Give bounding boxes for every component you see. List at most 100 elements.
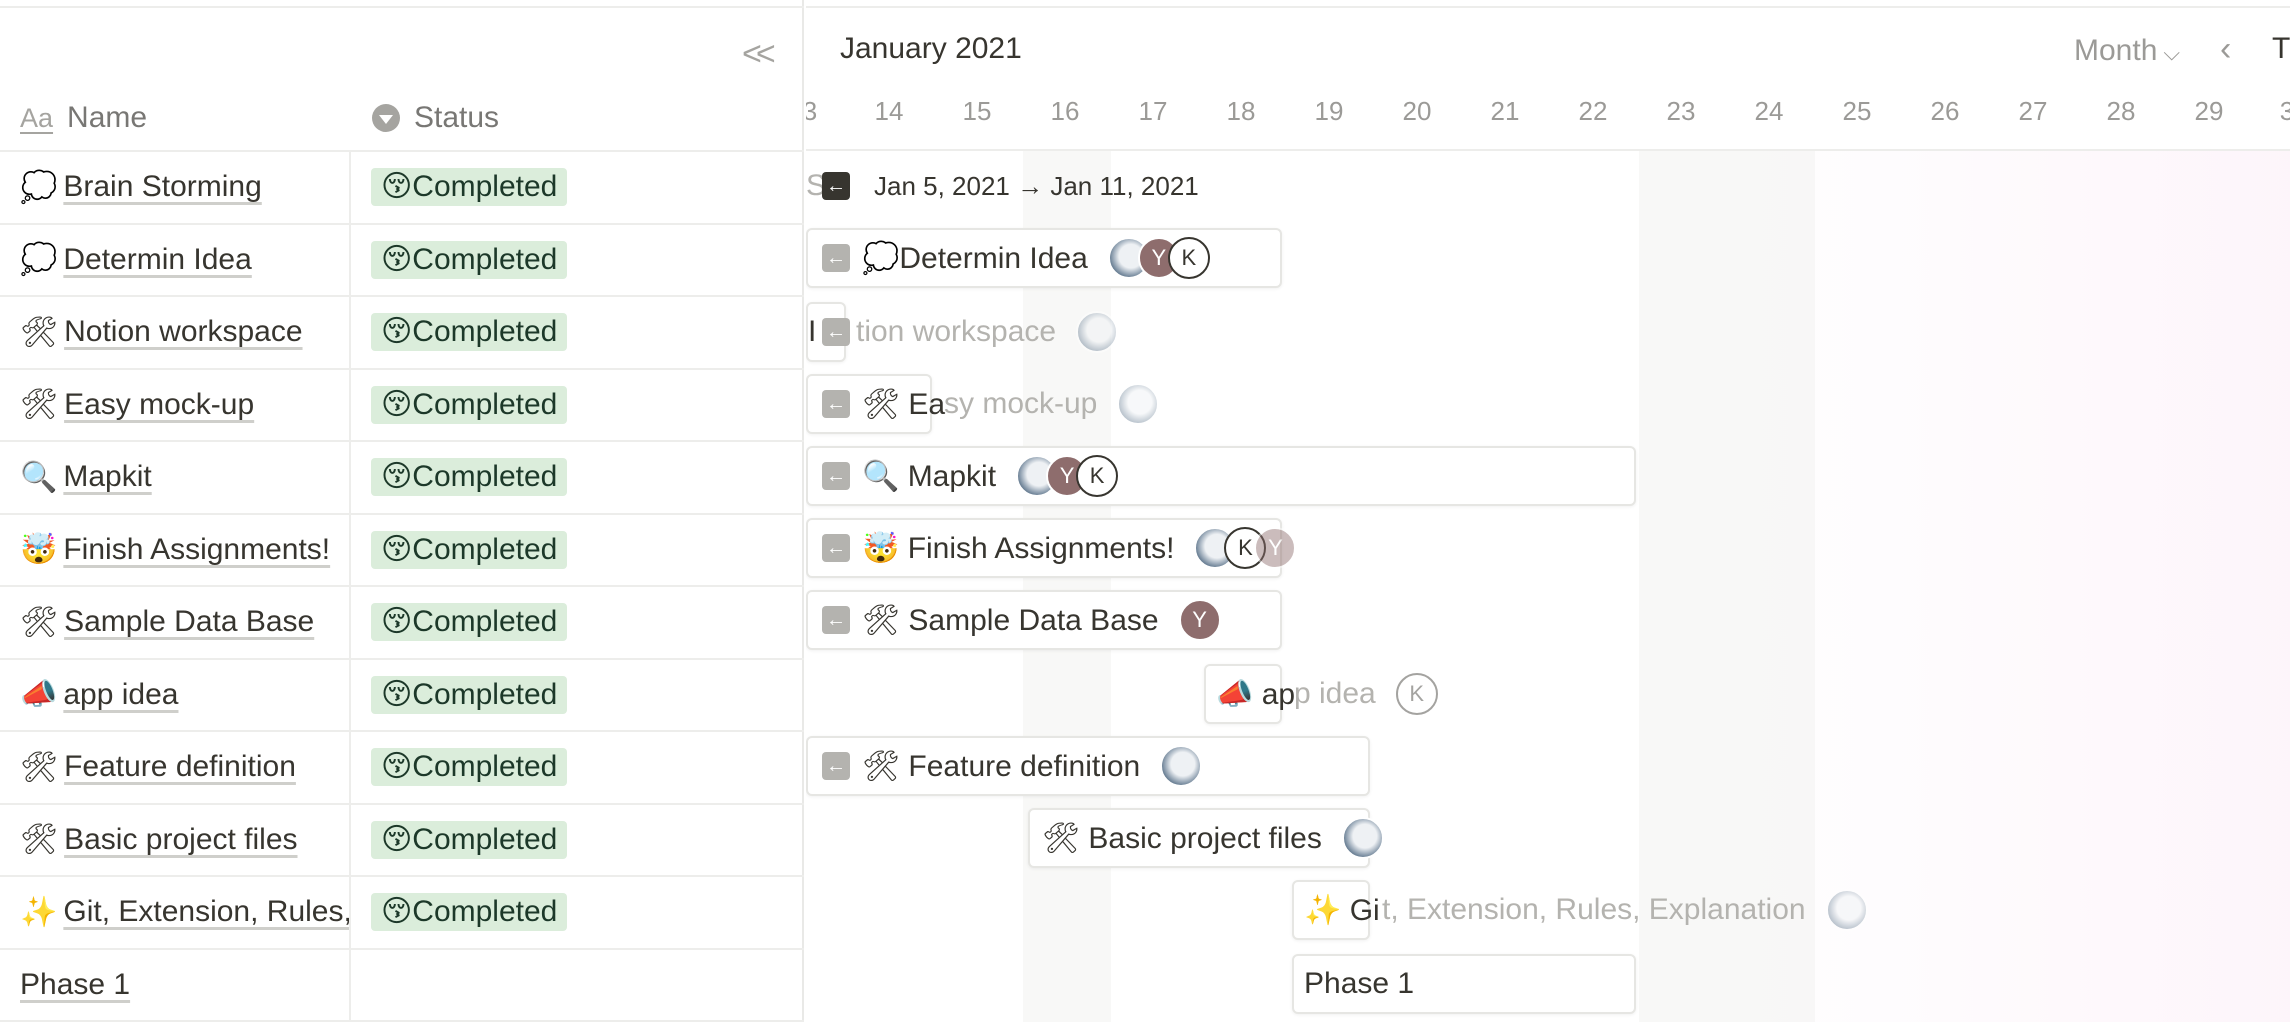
view-mode-dropdown[interactable]: Month ⌵	[2074, 34, 2180, 68]
timeline-bar-title: p idea	[1294, 677, 1376, 710]
select-property-icon	[372, 104, 400, 132]
name-cell[interactable]: ✨Git, Extension, Rules, Explanation	[0, 877, 351, 948]
chevron-left-icon[interactable]: ‹	[2220, 30, 2231, 69]
timeline-bar-title: 🛠 Sample Data Base	[862, 603, 1159, 637]
status-cell[interactable]: 😚Completed	[351, 297, 804, 368]
status-cell[interactable]: 😚Completed	[351, 442, 804, 513]
name-cell[interactable]: 🛠 Feature definition	[0, 732, 351, 803]
timeline-bar-label[interactable]: 🛠 Basic project files	[1042, 808, 1384, 868]
arrow-left-icon[interactable]: ←	[822, 462, 850, 490]
day-label: 22	[1578, 96, 1608, 126]
table-row[interactable]: 🛠 Feature definition 😚Completed	[0, 732, 804, 805]
today-button[interactable]: T	[2272, 32, 2290, 66]
status-cell[interactable]: 😚Completed	[351, 660, 804, 731]
arrow-left-icon[interactable]: ←	[822, 318, 850, 346]
timeline-bar-prefix: I	[808, 315, 817, 348]
name-cell[interactable]: Phase 1	[0, 949, 351, 1020]
status-tag: 😚Completed	[371, 675, 568, 714]
name-cell[interactable]: 🛠 Basic project files	[0, 804, 351, 875]
assignee-avatars: Y K	[1016, 455, 1119, 497]
arrow-left-icon[interactable]: ←	[822, 534, 850, 562]
table-row[interactable]: 💭 Determin Idea 😚Completed	[0, 224, 804, 297]
timeline-bar-title: tion workspace	[856, 315, 1057, 348]
timeline-bar-label[interactable]: tion workspace	[856, 302, 1119, 362]
timeline-bar-label[interactable]: 🛠 Ea	[862, 374, 945, 434]
top-divider	[0, 6, 804, 8]
arrow-left-icon[interactable]: ←	[822, 752, 850, 780]
table-row[interactable]: 🛠 Notion workspace 😚Completed	[0, 297, 804, 370]
row-title[interactable]: Notion workspace	[64, 315, 302, 349]
timeline-bar-label[interactable]: 🔍 Mapkit Y K	[862, 446, 1119, 506]
table-panel: << Aa Name Status 💭 Brain Storming 😚Comple…	[0, 0, 804, 1022]
row-title[interactable]: Finish Assignments!	[63, 533, 330, 567]
timeline-bar-title: 💭Determin Idea	[862, 241, 1088, 275]
row-title[interactable]: Brain Storming	[63, 170, 261, 204]
row-title[interactable]: Git, Extension, Rules, Explanation	[63, 895, 349, 929]
table-row[interactable]: Phase 1	[0, 949, 804, 1022]
table-row[interactable]: 🛠 Easy mock-up 😚Completed	[0, 369, 804, 442]
table-row[interactable]: ✨Git, Extension, Rules, Explanation 😚Comp…	[0, 877, 804, 950]
collapse-table-button[interactable]: <<	[742, 34, 776, 74]
row-emoji-icon: 📣	[20, 678, 58, 712]
timeline-bar-label[interactable]: Phase 1	[1304, 954, 1414, 1014]
table-row[interactable]: 🤯 Finish Assignments! 😚Completed	[0, 514, 804, 587]
row-title[interactable]: Easy mock-up	[64, 388, 254, 422]
table-row[interactable]: 🛠 Basic project files 😚Completed	[0, 804, 804, 877]
row-title[interactable]: Phase 1	[20, 968, 130, 1002]
row-emoji-icon: 🤯	[20, 533, 58, 567]
view-mode-label: Month	[2074, 34, 2158, 67]
status-cell[interactable]: 😚Completed	[351, 805, 804, 876]
timeline-bar-label[interactable]: sy mock-up	[944, 374, 1160, 434]
assignee-avatars	[1076, 311, 1119, 353]
name-cell[interactable]: 🛠 Notion workspace	[0, 297, 351, 368]
table-row[interactable]: 🛠 Sample Data Base 😚Completed	[0, 587, 804, 660]
name-cell[interactable]: 💭 Determin Idea	[0, 224, 351, 295]
avatar: K	[1167, 237, 1210, 279]
name-cell[interactable]: 🛠 Sample Data Base	[0, 587, 351, 658]
status-cell[interactable]	[351, 950, 804, 1021]
timeline-bar-label[interactable]: 💭Determin Idea Y K	[862, 228, 1210, 288]
timeline-bar-label[interactable]: 🤯 Finish Assignments! K Y	[862, 518, 1297, 578]
timeline-bar-label[interactable]: t, Extension, Rules, Explanation	[1382, 880, 1868, 940]
status-cell[interactable]: 😚Completed	[351, 515, 804, 586]
row-title[interactable]: Mapkit	[63, 460, 151, 494]
chevron-down-icon: ⌵	[2163, 40, 2181, 65]
day-label: 24	[1754, 96, 1784, 126]
arrow-left-icon[interactable]: ←	[822, 244, 850, 272]
timeline-bar-label[interactable]: 🛠 Sample Data Base Y	[862, 590, 1221, 650]
timeline-bar-label[interactable]: ✨ Gi	[1304, 880, 1380, 940]
timeline-bar-label[interactable]: 🛠 Feature definition	[862, 736, 1203, 796]
timeline-bar-title: sy mock-up	[944, 387, 1098, 420]
status-cell[interactable]: 😚Completed	[351, 370, 804, 441]
arrow-left-icon[interactable]: ←	[822, 606, 850, 634]
row-emoji-icon: 🛠	[20, 315, 59, 349]
avatar	[1341, 817, 1384, 859]
table-row[interactable]: 🔍 Mapkit 😚Completed	[0, 442, 804, 515]
row-title[interactable]: Determin Idea	[63, 243, 251, 277]
status-cell[interactable]: 😚Completed	[351, 225, 804, 296]
status-cell[interactable]: 😚Completed	[351, 587, 804, 658]
row-title[interactable]: Sample Data Base	[64, 605, 314, 639]
assignee-avatars: Y K	[1107, 237, 1210, 279]
day-label: 17	[1138, 96, 1168, 126]
name-cell[interactable]: 💭 Brain Storming	[0, 152, 351, 223]
name-cell[interactable]: 🤯 Finish Assignments!	[0, 514, 351, 585]
table-row[interactable]: 📣 app idea 😚Completed	[0, 659, 804, 732]
timeline-bar-label[interactable]: p idea K	[1294, 664, 1438, 724]
table-row[interactable]: 💭 Brain Storming 😚Completed	[0, 152, 804, 225]
timeline-bar-label[interactable]: 📣 ap	[1216, 664, 1295, 724]
name-cell[interactable]: 🔍 Mapkit	[0, 442, 351, 513]
name-cell[interactable]: 📣 app idea	[0, 659, 351, 730]
row-title[interactable]: app idea	[63, 678, 178, 712]
name-cell[interactable]: 🛠 Easy mock-up	[0, 369, 351, 440]
assignee-avatars: K	[1395, 673, 1438, 715]
row-title[interactable]: Basic project files	[64, 823, 297, 857]
status-cell[interactable]: 😚Completed	[351, 732, 804, 803]
column-header-status[interactable]: Status	[372, 98, 499, 138]
arrow-left-icon[interactable]: ←	[822, 390, 850, 418]
arrow-left-icon[interactable]: ←	[822, 172, 850, 200]
column-header-name[interactable]: Aa Name	[20, 98, 147, 138]
row-title[interactable]: Feature definition	[64, 750, 296, 784]
status-cell[interactable]: 😚Completed	[351, 877, 804, 948]
status-cell[interactable]: 😚Completed	[351, 152, 804, 223]
